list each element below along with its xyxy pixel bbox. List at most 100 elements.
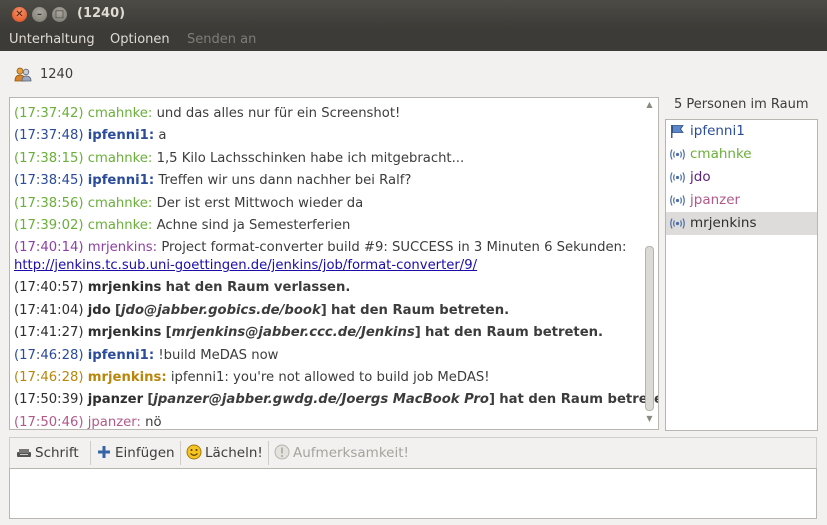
attention-icon [274, 444, 290, 460]
room-header: 1240 [0, 51, 827, 95]
flag-icon [671, 125, 684, 138]
window-title: (1240) [77, 6, 126, 21]
message-timestamp: (17:38:56) [14, 195, 84, 211]
message-text: 1,5 Kilo Lachsschinken habe ich mitgebra… [156, 150, 465, 166]
message-timestamp: (17:46:28) [14, 369, 84, 385]
participant-name: jdo [690, 169, 711, 185]
message-jid-text: jdo@jabber.gobics.de/book [121, 302, 321, 318]
message-text: Achne sind ja Semesterferien [156, 217, 351, 233]
broadcast-icon [670, 172, 685, 183]
participant-list[interactable]: ipfenni1 cmahnke jdo jpanzer mrjenkins [665, 119, 818, 431]
chat-message: (17:50:46) jpanzer: nö [14, 412, 640, 430]
message-jid-text: jpanzer@jabber.gwdg.de/Joergs MacBook Pr… [153, 392, 489, 408]
menu-optionen[interactable]: Optionen [110, 32, 170, 47]
message-timestamp: (17:37:48) [14, 128, 84, 144]
room-name: 1240 [40, 67, 74, 82]
chat-lines: (17:37:42) cmahnke: und das alles nur fü… [14, 103, 658, 430]
broadcast-icon [670, 149, 685, 160]
menu-senden-an[interactable]: Senden an [187, 32, 256, 47]
message-timestamp: (17:38:45) [14, 173, 84, 189]
chat-message: (17:39:02) cmahnke: Achne sind ja Semest… [14, 215, 640, 237]
message-text: hat den Raum verlassen. [165, 280, 351, 296]
message-timestamp: (17:41:27) [14, 325, 84, 341]
message-input[interactable] [9, 468, 817, 519]
message-timestamp: (17:40:57) [14, 280, 84, 296]
message-timestamp: (17:50:39) [14, 392, 84, 408]
message-text: nö [145, 414, 162, 430]
message-text: hat den Raum betreten. [424, 325, 604, 341]
message-timestamp: (17:38:15) [14, 150, 84, 166]
message-nick: mrjenkins [87, 325, 162, 341]
insert-button-label: Einfügen [115, 445, 175, 461]
menu-unterhaltung[interactable]: Unterhaltung [9, 32, 95, 47]
participant-ipfenni1[interactable]: ipfenni1 [666, 120, 817, 143]
plus-icon [98, 446, 110, 458]
message-nick: cmahnke: [87, 106, 153, 121]
participant-jpanzer[interactable]: jpanzer [666, 189, 817, 212]
toolbar-divider [180, 441, 181, 465]
message-jid-text: mrjenkins@jabber.ccc.de/Jenkins [171, 325, 415, 341]
message-timestamp: (17:41:04) [14, 302, 84, 318]
broadcast-icon [670, 218, 685, 229]
message-nick: jpanzer [87, 392, 144, 408]
message-jid: [jdo@jabber.gobics.de/book] [114, 302, 327, 318]
chat-scrollbar[interactable]: ▲ ▼ [643, 100, 656, 427]
participant-cmahnke[interactable]: cmahnke [666, 143, 817, 166]
message-timestamp: (17:50:46) [14, 414, 84, 430]
participant-mrjenkins[interactable]: mrjenkins [666, 212, 817, 235]
message-nick: mrjenkins: [87, 369, 167, 385]
toolbar-divider [90, 441, 91, 465]
message-nick: jdo [87, 302, 111, 318]
message-nick: cmahnke: [87, 150, 153, 166]
chat-message: (17:50:39) jpanzer [jpanzer@jabber.gwdg.… [14, 389, 658, 411]
message-text: Der ist erst Mittwoch wieder da [156, 195, 364, 211]
message-timestamp: (17:40:14) [14, 240, 84, 256]
smiley-icon [186, 444, 202, 460]
chat-message: (17:40:14) mrjenkins: Project format-con… [14, 237, 640, 277]
title-bar: ✕ – □ (1240) [0, 0, 827, 29]
message-text: und das alles nur für ein Screenshot! [156, 106, 401, 121]
message-text: hat den Raum betreten. [330, 302, 510, 318]
minimize-window-button[interactable]: – [32, 7, 47, 22]
message-jid: [mrjenkins@jabber.ccc.de/Jenkins] [165, 325, 421, 341]
message-nick: cmahnke: [87, 217, 153, 233]
participant-name: mrjenkins [690, 215, 757, 231]
message-text: !build MeDAS now [158, 347, 279, 363]
scroll-thumb[interactable] [645, 246, 654, 411]
scroll-down-icon[interactable]: ▼ [643, 414, 656, 427]
menu-bar: Unterhaltung Optionen Senden an [0, 29, 827, 51]
message-nick: jpanzer: [87, 414, 141, 430]
participant-name: jpanzer [690, 192, 741, 208]
message-link[interactable]: http://jenkins.tc.sub.uni-goettingen.de/… [14, 258, 477, 273]
message-timestamp: (17:39:02) [14, 217, 84, 233]
chat-message: (17:41:27) mrjenkins [mrjenkins@jabber.c… [14, 322, 640, 344]
smile-button-label: Lächeln! [205, 445, 263, 461]
toolbar-divider [268, 441, 269, 465]
roster-title: 5 Personen im Raum [674, 97, 809, 112]
font-button[interactable]: Schrift [16, 444, 79, 461]
chat-message: (17:46:28) ipfenni1: !build MeDAS now [14, 345, 640, 367]
font-button-label: Schrift [35, 445, 79, 461]
font-icon [17, 449, 31, 457]
formatting-toolbar: Schrift Einfügen Lächeln! Aufmerksamkeit… [9, 437, 817, 468]
insert-button[interactable]: Einfügen [96, 444, 175, 461]
message-text: Project format-converter build #9: SUCCE… [161, 240, 627, 256]
chat-message: (17:38:45) ipfenni1: Treffen wir uns dan… [14, 170, 640, 192]
message-nick: cmahnke: [87, 195, 153, 211]
broadcast-icon [670, 195, 685, 206]
message-jid: [jpanzer@jabber.gwdg.de/Joergs MacBook P… [147, 392, 496, 408]
attention-button[interactable]: Aufmerksamkeit! [274, 444, 409, 461]
chat-message: (17:41:04) jdo [jdo@jabber.gobics.de/boo… [14, 300, 640, 322]
close-window-button[interactable]: ✕ [12, 7, 27, 22]
participant-jdo[interactable]: jdo [666, 166, 817, 189]
scroll-up-icon[interactable]: ▲ [643, 100, 656, 113]
chat-log[interactable]: (17:37:42) cmahnke: und das alles nur fü… [9, 97, 659, 430]
participant-name: ipfenni1 [690, 123, 745, 139]
attention-button-label: Aufmerksamkeit! [293, 445, 409, 461]
chat-message: (17:38:56) cmahnke: Der ist erst Mittwoc… [14, 193, 640, 215]
message-text: a [158, 128, 167, 144]
message-nick: ipfenni1: [87, 347, 155, 363]
smile-button[interactable]: Lächeln! [186, 444, 263, 461]
message-timestamp: (17:37:42) [14, 106, 84, 121]
maximize-window-button[interactable]: □ [52, 7, 67, 22]
